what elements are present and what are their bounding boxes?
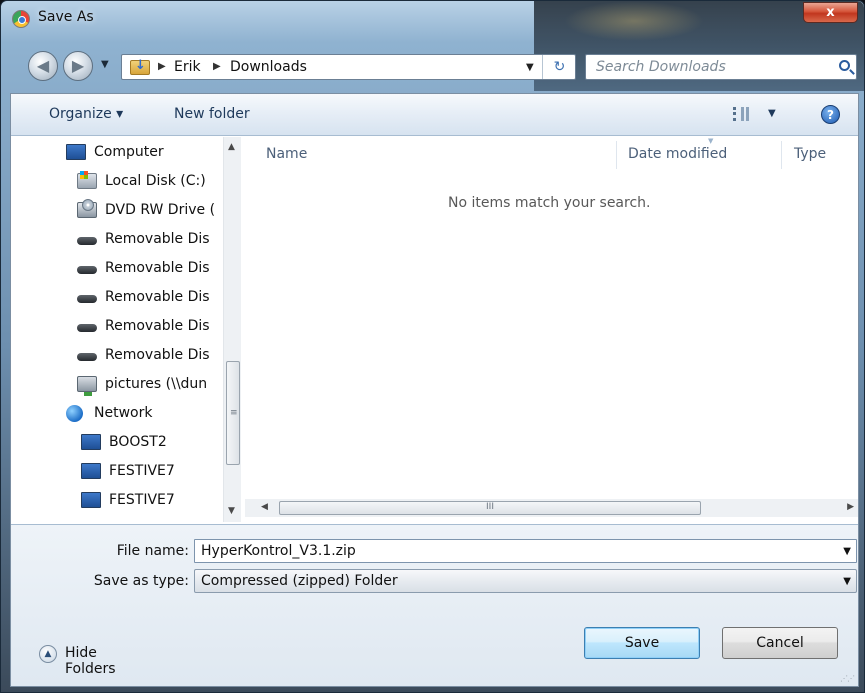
tree-item-label: Removable Dis	[105, 231, 210, 247]
tree-item-label: Removable Dis	[105, 289, 210, 305]
chevron-up-icon: ▲	[39, 645, 57, 663]
column-divider[interactable]	[616, 141, 617, 169]
view-options-dropdown-icon[interactable]: ▼	[768, 108, 776, 119]
column-header-name[interactable]: Name	[266, 146, 307, 162]
network-drive-icon	[77, 376, 97, 396]
cancel-button[interactable]: Cancel	[722, 627, 838, 659]
tree-item-label: DVD RW Drive (	[105, 202, 216, 218]
breadcrumb-downloads[interactable]: Downloads	[230, 59, 307, 75]
dialog-body: Organize ▾ New folder ▼ ? Computer Local…	[10, 93, 859, 687]
tree-item-local-disk[interactable]: Local Disk (C:)	[77, 170, 222, 194]
tree-item-network-drive[interactable]: pictures (\\dun	[77, 373, 222, 397]
scrollbar-grip-icon: ≡	[230, 408, 238, 418]
tree-item-label: Local Disk (C:)	[105, 173, 206, 189]
removable-disk-icon	[77, 266, 97, 274]
forward-arrow-icon: ▶	[71, 56, 85, 75]
tree-item-network[interactable]: Network	[66, 402, 221, 426]
tree-item-label: Removable Dis	[105, 260, 210, 276]
scroll-left-arrow-icon[interactable]: ◀	[261, 502, 268, 512]
downloads-folder-icon	[130, 58, 150, 75]
file-name-value: HyperKontrol_V3.1.zip	[201, 543, 356, 559]
forward-button[interactable]: ▶	[63, 51, 93, 81]
tree-item-computer[interactable]: Computer	[66, 141, 221, 165]
column-header-date-modified[interactable]: Date modified	[628, 146, 727, 162]
tree-item-removable-disk[interactable]: Removable Dis	[77, 344, 222, 368]
local-disk-icon	[77, 171, 97, 189]
scrollbar-thumb[interactable]: ≡	[226, 361, 240, 465]
column-divider[interactable]	[781, 141, 782, 169]
tree-item-label: Network	[94, 405, 153, 421]
tree-item-label: Computer	[94, 144, 164, 160]
close-button[interactable]: x	[803, 2, 858, 23]
address-bar[interactable]: ▶ Erik ▶ Downloads ▼ ↻	[121, 54, 576, 80]
removable-disk-icon	[77, 237, 97, 245]
title-bar[interactable]: Save As x	[1, 1, 865, 35]
save-button[interactable]: Save	[584, 627, 700, 659]
tree-item-removable-disk[interactable]: Removable Dis	[77, 315, 222, 339]
back-arrow-icon: ◀	[36, 56, 50, 75]
column-header-type[interactable]: Type	[794, 146, 826, 162]
search-placeholder: Search Downloads	[596, 59, 726, 75]
refresh-icon[interactable]: ↻	[542, 55, 576, 79]
sort-indicator-icon: ▼	[708, 137, 714, 145]
tree-item-dvd-drive[interactable]: DVD RW Drive (	[77, 199, 222, 223]
breadcrumb-separator-icon[interactable]: ▶	[158, 61, 166, 72]
tree-item-festive7[interactable]: FESTIVE7	[81, 489, 222, 513]
scroll-up-arrow-icon[interactable]: ▲	[228, 142, 235, 152]
tree-item-label: FESTIVE7	[109, 492, 175, 508]
computer-icon	[81, 434, 101, 450]
hide-folders-label: Hide Folders	[65, 645, 116, 677]
resize-grip-icon[interactable]: ⋰⋰	[840, 674, 855, 683]
navigation-pane-scrollbar[interactable]: ▲ ≡ ▼	[223, 137, 241, 522]
horizontal-scrollbar-thumb[interactable]: III	[279, 501, 701, 515]
save-as-dialog: Save As x ◀ ▶ ▼ ▶ Erik ▶ Downloads ▼ ↻ S…	[0, 0, 865, 693]
search-input[interactable]: Search Downloads	[585, 54, 857, 80]
file-name-input[interactable]: HyperKontrol_V3.1.zip ▼	[194, 539, 857, 563]
empty-list-message: No items match your search.	[448, 195, 651, 211]
tree-item-removable-disk[interactable]: Removable Dis	[77, 257, 222, 281]
window-title: Save As	[38, 9, 94, 25]
scroll-right-arrow-icon[interactable]: ▶	[847, 502, 854, 512]
removable-disk-icon	[77, 324, 97, 332]
tree-item-label: BOOST2	[109, 434, 167, 450]
tree-item-festive7[interactable]: FESTIVE7	[81, 460, 222, 484]
tree-item-boost2[interactable]: BOOST2	[81, 431, 222, 455]
save-options-panel: File name: HyperKontrol_V3.1.zip ▼ Save …	[11, 524, 858, 686]
chrome-icon	[12, 10, 30, 28]
dvd-drive-icon	[77, 199, 97, 218]
tree-item-removable-disk[interactable]: Removable Dis	[77, 228, 222, 252]
computer-icon	[66, 144, 86, 160]
breadcrumb-separator-icon[interactable]: ▶	[213, 61, 221, 72]
computer-icon	[81, 463, 101, 479]
file-list-horizontal-scrollbar[interactable]: ◀ III ▶	[245, 499, 858, 517]
save-as-type-dropdown-icon[interactable]: ▼	[843, 576, 851, 587]
tree-item-label: FESTIVE7	[109, 463, 175, 479]
recent-locations-dropdown-icon[interactable]: ▼	[101, 59, 109, 70]
removable-disk-icon	[77, 295, 97, 303]
tree-item-label: Removable Dis	[105, 347, 210, 363]
network-icon	[66, 405, 83, 422]
search-icon[interactable]	[839, 60, 850, 71]
file-name-label: File name:	[116, 543, 189, 559]
command-bar: Organize ▾ New folder ▼ ?	[11, 94, 858, 136]
back-button[interactable]: ◀	[28, 51, 58, 81]
removable-disk-icon	[77, 353, 97, 361]
file-name-dropdown-icon[interactable]: ▼	[843, 546, 851, 557]
tree-item-label: Removable Dis	[105, 318, 210, 334]
navigation-pane: Computer Local Disk (C:) DVD RW Drive ( …	[11, 137, 241, 522]
tree-item-removable-disk[interactable]: Removable Dis	[77, 286, 222, 310]
scroll-down-arrow-icon[interactable]: ▼	[228, 506, 235, 516]
tree-item-label: pictures (\\dun	[105, 376, 208, 392]
computer-icon	[81, 492, 101, 508]
save-as-type-select[interactable]: Compressed (zipped) Folder ▼	[194, 569, 857, 593]
breadcrumb-erik[interactable]: Erik	[174, 59, 201, 75]
save-as-type-label: Save as type:	[93, 573, 189, 589]
change-view-icon[interactable]	[733, 107, 749, 121]
file-list[interactable]: Name ▼ Date modified Type No items match…	[243, 137, 858, 522]
save-as-type-value: Compressed (zipped) Folder	[201, 573, 398, 589]
organize-button[interactable]: Organize ▾	[49, 106, 123, 122]
address-dropdown-icon[interactable]: ▼	[526, 62, 534, 73]
help-icon[interactable]: ?	[821, 105, 840, 124]
new-folder-button[interactable]: New folder	[174, 106, 250, 122]
